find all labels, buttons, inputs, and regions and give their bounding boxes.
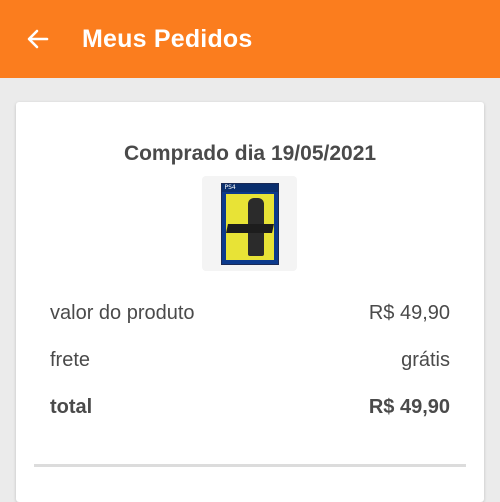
total-label: total [50, 396, 93, 418]
product-thumbnail[interactable]: PS4 [202, 176, 297, 271]
divider [34, 464, 466, 467]
cover-art [225, 193, 274, 260]
purchase-date: Comprado dia 19/05/2021 [123, 142, 377, 165]
shipping-label: frete [50, 349, 91, 371]
shipping-row: frete grátis [50, 349, 450, 372]
app-bar: Meus Pedidos [0, 0, 500, 78]
product-value-amount: R$ 49,90 [368, 302, 450, 324]
product-value-label: valor do produto [50, 302, 195, 324]
product-value-row: valor do produto R$ 49,90 [50, 302, 450, 325]
shipping-value: grátis [401, 349, 450, 371]
cover-logo [225, 223, 274, 233]
game-box-cover-image: PS4 [220, 182, 279, 265]
arrow-left-icon [27, 29, 49, 49]
order-card[interactable]: Comprado dia 19/05/2021 PS4 valor do pro… [16, 102, 484, 502]
total-value: R$ 49,90 [368, 396, 450, 418]
back-button[interactable] [18, 19, 58, 59]
ps4-badge: PS4 [221, 183, 278, 192]
total-row: total R$ 49,90 [50, 396, 450, 419]
page-title: Meus Pedidos [82, 24, 253, 53]
